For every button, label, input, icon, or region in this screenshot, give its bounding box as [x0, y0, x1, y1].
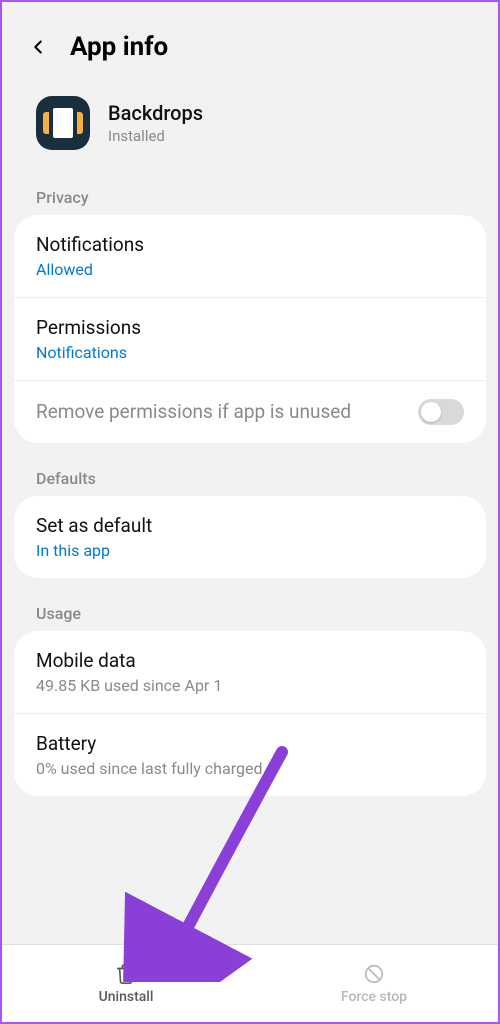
app-name: Backdrops: [108, 101, 203, 125]
app-status: Installed: [108, 127, 203, 145]
section-label-defaults: Defaults: [2, 459, 498, 496]
uninstall-button[interactable]: Uninstall: [2, 945, 250, 1022]
mobile-data-title: Mobile data: [36, 649, 464, 672]
notifications-value: Allowed: [36, 260, 464, 279]
app-summary: Backdrops Installed: [2, 78, 498, 178]
notifications-title: Notifications: [36, 233, 464, 256]
bottom-action-bar: Uninstall Force stop: [2, 944, 498, 1022]
section-label-privacy: Privacy: [2, 178, 498, 215]
mobile-data-value: 49.85 KB used since Apr 1: [36, 676, 464, 695]
set-default-value: In this app: [36, 541, 464, 560]
section-label-usage: Usage: [2, 594, 498, 631]
remove-permissions-title: Remove permissions if app is unused: [36, 399, 351, 425]
battery-value: 0% used since last fully charged: [36, 759, 464, 778]
set-default-title: Set as default: [36, 514, 464, 537]
defaults-card: Set as default In this app: [14, 496, 486, 578]
permissions-row[interactable]: Permissions Notifications: [14, 298, 486, 381]
force-stop-button[interactable]: Force stop: [250, 945, 498, 1022]
app-icon: [36, 96, 90, 150]
remove-permissions-toggle[interactable]: [418, 399, 464, 425]
page-title: App info: [70, 32, 168, 62]
notifications-row[interactable]: Notifications Allowed: [14, 215, 486, 298]
battery-row[interactable]: Battery 0% used since last fully charged: [14, 714, 486, 796]
permissions-value: Notifications: [36, 343, 464, 362]
privacy-card: Notifications Allowed Permissions Notifi…: [14, 215, 486, 443]
page-header: App info: [2, 2, 498, 78]
remove-permissions-row[interactable]: Remove permissions if app is unused: [14, 381, 486, 443]
force-stop-label: Force stop: [341, 989, 407, 1005]
usage-card: Mobile data 49.85 KB used since Apr 1 Ba…: [14, 631, 486, 796]
set-default-row[interactable]: Set as default In this app: [14, 496, 486, 578]
back-button[interactable]: [26, 35, 50, 59]
forbidden-icon: [363, 963, 385, 985]
uninstall-label: Uninstall: [99, 989, 154, 1005]
mobile-data-row[interactable]: Mobile data 49.85 KB used since Apr 1: [14, 631, 486, 714]
trash-icon: [115, 963, 137, 985]
permissions-title: Permissions: [36, 316, 464, 339]
battery-title: Battery: [36, 732, 464, 755]
